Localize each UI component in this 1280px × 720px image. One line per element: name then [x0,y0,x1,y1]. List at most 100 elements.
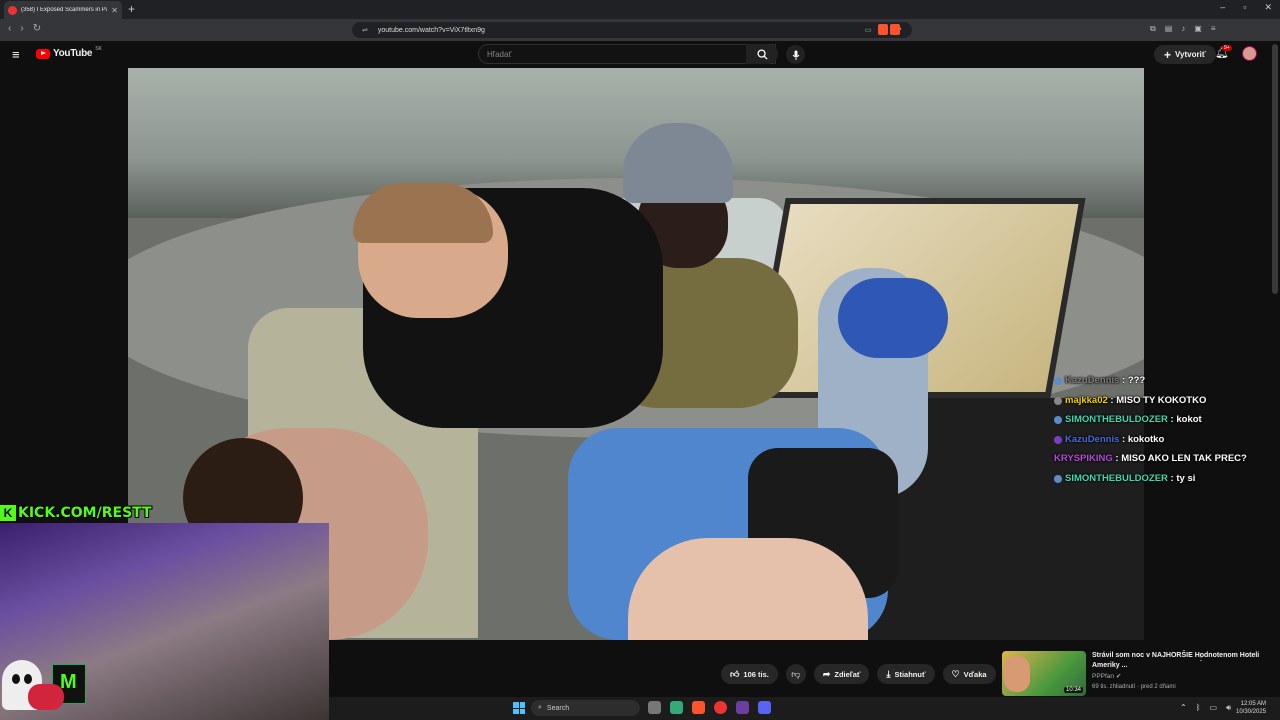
recommendation-channel[interactable]: PPPfan ✔ [1092,672,1272,682]
recommendation-meta: 69 tis. zhliadnutí · pred 2 dňami [1092,684,1176,690]
discord-icon[interactable] [758,701,771,714]
chat-message-text: ty si [1176,472,1196,484]
forward-icon[interactable]: › [20,23,23,34]
system-tray: ⌃ ᛒ ▭ 🔊︎ [1180,703,1231,713]
close-window-button[interactable]: ✕ [1264,2,1272,13]
create-button[interactable]: + Vytvoriť [1154,45,1216,64]
url-bar[interactable]: ⇌ youtube.com/watch?v=ViX7tltxn9g ▭ A ↗ [352,22,912,38]
kick-logo-icon: K [0,505,16,521]
chat-username: SIMONTHEBULDOZER [1065,414,1168,425]
site-info-icon[interactable]: ⇌ [362,26,368,34]
sidebar-icon[interactable]: ▤ [1165,24,1173,34]
chat-text: KRYSPIKING : MISO AKO LEN TAK PREC? [1054,452,1247,465]
search-input[interactable] [487,49,757,59]
excel-icon[interactable] [670,701,683,714]
chat-text: SIMONTHEBULDOZER : kokot [1065,413,1202,426]
share-button[interactable]: ➦ Zdieľať [813,664,870,684]
obs-icon[interactable] [736,701,749,714]
bluetooth-icon[interactable]: ᛒ [1196,703,1201,713]
chat-username: majkka02 [1065,394,1108,406]
chat-text: KazuDennis : ??? [1065,374,1145,387]
notification-badge: 9+ [1222,45,1232,51]
chat-message: SIMONTHEBULDOZER : kokot [1054,413,1254,426]
video-person-blond-hair [353,183,493,243]
hamburger-menu-icon[interactable]: ≡ [12,47,20,62]
back-icon[interactable]: ‹ [8,23,11,34]
verified-icon: ✔ [1115,673,1122,680]
video-person-grey-cap [623,123,733,203]
account-avatar[interactable] [1242,46,1257,61]
music-icon[interactable]: ♪ [1181,24,1185,34]
taskbar-clock[interactable]: 12:05 AM 10/30/2025 [1236,700,1266,716]
reload-icon[interactable]: ↻ [33,23,41,34]
video-thumbnail[interactable]: 10:34 [1002,651,1086,696]
search-button[interactable] [746,44,778,64]
tray-chevron-icon[interactable]: ⌃ [1180,703,1187,713]
file-explorer-icon[interactable] [648,701,661,714]
chat-username: KRYSPIKING [1054,453,1113,464]
minimize-button[interactable]: – [1220,2,1225,13]
cast-icon[interactable]: ▭ [865,26,872,34]
maximize-button[interactable]: ▫ [1243,2,1246,13]
brave-browser-icon[interactable] [692,701,705,714]
menu-icon[interactable]: ≡ [1211,24,1216,34]
chat-text: KazuDennis : kokotko [1065,433,1164,446]
recommended-video[interactable]: 10:34 Strávil som noc v NAJHORŠIE Hodnot… [1002,651,1272,697]
chat-message: SIMONTHEBULDOZER : ty si [1054,472,1254,485]
chat-text: SIMONTHEBULDOZER : ty si [1065,472,1195,485]
thanks-heart-icon: ♡ [951,668,960,679]
chat-separator: : [1119,433,1128,445]
chat-message-text: kokot [1176,414,1202,425]
thanks-button[interactable]: ♡ Vďaka [942,664,996,684]
like-count: 106 tis. [743,669,769,679]
new-tab-button[interactable]: + [128,2,135,16]
chat-badge-icon [1054,474,1062,483]
recommendation-menu-icon[interactable]: ⋮ [1196,652,1206,663]
chat-message-text: ??? [1127,375,1146,386]
taskbar-apps [648,701,771,714]
windows-start-icon[interactable] [513,702,525,714]
chat-username: KazuDennis [1065,375,1120,386]
video-person-bottom-face [628,538,868,640]
chat-separator: : [1119,375,1128,386]
browser-tab[interactable]: (358) I Exposed Scammers in Pa ✕ [4,1,122,19]
voice-search-button[interactable] [786,45,805,64]
youtube-favicon-icon [8,5,17,15]
browser-tab-bar [0,0,1280,19]
thanks-label: Vďaka [963,669,987,679]
dislike-button[interactable]: 👎︎ [785,664,806,684]
youtube-play-icon [36,48,50,59]
chat-message: majkka02 : MISO TY KOKOTKO [1054,394,1254,407]
volume-icon[interactable]: 🔊︎ [1226,703,1231,713]
taskbar-search[interactable]: ⌕ Search [531,700,640,716]
video-person-blue-cap [838,278,948,358]
taskbar-search-icon: ⌕ [538,704,542,711]
network-icon[interactable]: ▭ [1210,703,1218,713]
chrome-icon[interactable] [714,701,727,714]
chat-separator: : [1112,453,1122,464]
create-label: Vytvoriť [1175,50,1206,59]
youtube-logo[interactable]: YouTube SK [36,46,102,59]
chat-text: majkka02 : MISO TY KOKOTKO [1065,394,1206,407]
recommendation-title[interactable]: Strávil som noc v NAJHORŠIE Hodnotenom H… [1092,651,1272,671]
download-button[interactable]: ⤓ Stiahnuť [877,664,935,684]
chat-separator: : [1107,394,1117,406]
windows-taskbar [329,697,1280,720]
like-button[interactable]: 👍︎ 106 tis. [721,664,778,684]
thumbs-up-icon: 👍︎ [730,668,740,679]
heart-icon [28,684,64,710]
chat-message: KRYSPIKING : MISO AKO LEN TAK PREC? [1054,452,1254,465]
download-icon: ⤓ [886,668,891,679]
page-scrollbar[interactable] [1272,44,1278,294]
thumbs-down-icon: 👎︎ [791,668,801,679]
chat-badge-icon [1054,396,1062,405]
wallet-icon[interactable]: ▣ [1194,24,1202,34]
brave-shields-icon[interactable] [878,24,902,36]
search-box[interactable]: ⌨ [478,44,776,64]
download-label: Stiahnuť [894,669,926,679]
close-tab-icon[interactable]: ✕ [111,6,118,15]
chat-badge-icon [1054,435,1062,444]
video-actions: 👍︎ 106 tis. 👎︎ ➦ Zdieľať ⤓ Stiahnuť ♡ Vď… [721,664,1024,684]
nav-buttons: ‹ › ↻ [8,23,41,34]
extension-icon[interactable]: ⧉ [1150,24,1156,34]
